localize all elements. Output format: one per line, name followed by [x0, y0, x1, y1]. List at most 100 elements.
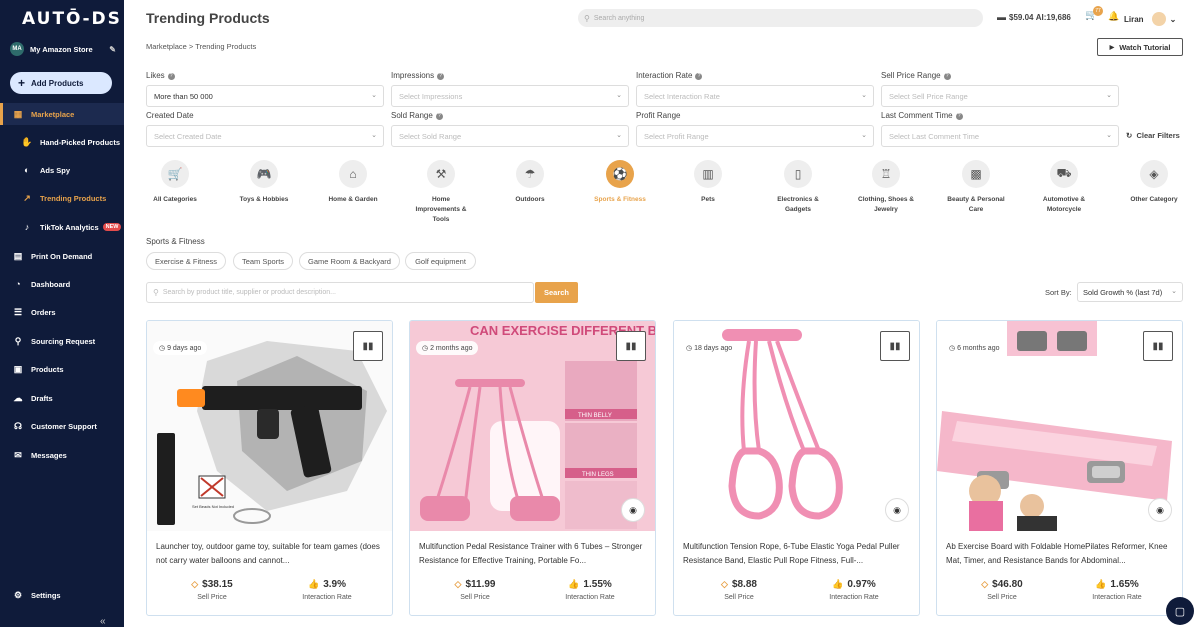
product-card[interactable]: ◷ 18 days ago ▮▮ ◉ Multifunction Tension… [673, 320, 920, 616]
category-other[interactable]: ◈ Other Category [1123, 160, 1185, 205]
interaction-rate-value: 1.65% [1110, 579, 1139, 590]
global-search-input[interactable]: ⚲ Search anything [578, 9, 983, 27]
interaction-rate-select[interactable]: Select Interaction Rate ⌄ [636, 85, 874, 107]
sidebar-item-sourcing[interactable]: ⚲ Sourcing Request [0, 330, 124, 352]
interaction-rate-placeholder: Select Interaction Rate [644, 91, 720, 101]
sidebar-item-drafts[interactable]: ☁ Drafts [0, 387, 124, 409]
help-icon[interactable]: ? [955, 113, 963, 120]
sidebar-item-hand-picked[interactable]: ✋ Hand-Picked Products [0, 131, 124, 153]
sell-price-range-placeholder: Select Sell Price Range [889, 91, 968, 101]
category-clothing[interactable]: ♖ Clothing, Shoes & Jewelry [855, 160, 917, 215]
last-comment-time-select[interactable]: Select Last Comment Time ⌄ [881, 125, 1119, 147]
help-icon[interactable]: ? [437, 73, 445, 80]
category-home-garden[interactable]: ⌂ Home & Garden [322, 160, 384, 205]
likes-select[interactable]: More than 50 000 ⌄ [146, 85, 384, 107]
sidebar-item-settings[interactable]: ⚙ Settings [0, 584, 124, 606]
category-all[interactable]: 🛒 All Categories [144, 160, 206, 205]
sidebar-item-ads-spy[interactable]: ◐ Ads Spy [0, 159, 124, 181]
sell-price-label: Sell Price [197, 594, 227, 601]
profit-range-select[interactable]: Select Profit Range ⌄ [636, 125, 874, 147]
tag-icon: ◇ [721, 579, 728, 589]
chip-golf-equipment[interactable]: Golf equipment [405, 252, 476, 270]
chip-team-sports[interactable]: Team Sports [233, 252, 293, 270]
product-search-placeholder: Search by product title, supplier or pro… [162, 289, 337, 296]
sold-range-select[interactable]: Select Sold Range ⌄ [391, 125, 629, 147]
chart-icon[interactable]: ▮▮ [616, 331, 646, 361]
sidebar-item-trending[interactable]: ↗ Trending Products [0, 187, 124, 209]
orders-icon: ☰ [13, 306, 23, 317]
help-icon[interactable]: ? [695, 73, 703, 80]
sidebar-item-orders[interactable]: ☰ Orders [0, 301, 124, 323]
sell-price-range-select[interactable]: Select Sell Price Range ⌄ [881, 85, 1119, 107]
product-card[interactable]: Set Beads Not Included ◷ 9 days ago ▮▮ L… [146, 320, 393, 616]
sell-price-range-label: Sell Price Range? [881, 71, 951, 80]
category-home-improvements[interactable]: ⚒ Home Improvements & Tools [410, 160, 472, 225]
last-comment-time-label: Last Comment Time? [881, 111, 963, 120]
eye-icon[interactable]: ◉ [885, 498, 909, 522]
created-date-select[interactable]: Select Created Date ⌄ [146, 125, 384, 147]
sidebar-item-dashboard[interactable]: ◔ Dashboard [0, 273, 124, 295]
product-title[interactable]: Ab Exercise Board with Foldable HomePila… [946, 540, 1174, 568]
category-electronics[interactable]: ▯ Electronics & Gadgets [767, 160, 829, 215]
product-search-input[interactable]: ⚲ Search by product title, supplier or p… [146, 282, 534, 303]
chevron-down-icon: ⌄ [616, 132, 622, 139]
chevron-down-icon: ⌄ [861, 132, 867, 139]
eye-icon[interactable]: ◉ [1148, 498, 1172, 522]
search-icon: ⚲ [584, 13, 590, 23]
bell-icon[interactable]: 🔔 [1108, 11, 1119, 22]
edit-pencil-icon[interactable]: ✎ [109, 45, 116, 54]
sidebar-item-messages[interactable]: ✉ Messages [0, 444, 124, 466]
sidebar-item-label: Settings [31, 590, 61, 600]
interaction-rate-label: Interaction Rate [1092, 594, 1142, 601]
category-beauty[interactable]: ▩ Beauty & Personal Care [945, 160, 1007, 215]
category-automotive[interactable]: ⛟ Automotive & Motorcycle [1033, 160, 1095, 215]
app-root: AUTŌ-DS MA My Amazon Store ✎ + Add Produ… [0, 0, 1200, 627]
ai-credits: AI:19,686 [1035, 12, 1071, 22]
sort-value: Sold Growth % (last 7d) [1083, 287, 1163, 297]
watch-tutorial-button[interactable]: ▶ Watch Tutorial [1097, 38, 1183, 56]
impressions-label: Impressions? [391, 71, 445, 80]
sidebar-item-products[interactable]: ▣ Products [0, 358, 124, 380]
sidebar-item-label: Hand-Picked Products [40, 137, 121, 147]
autods-logo[interactable]: AUTŌ-DS [22, 9, 122, 29]
product-title[interactable]: Multifunction Tension Rope, 6-Tube Elast… [683, 540, 911, 568]
help-icon[interactable]: ? [435, 113, 443, 120]
add-products-button[interactable]: + Add Products [10, 72, 112, 94]
chip-game-room[interactable]: Game Room & Backyard [299, 252, 400, 270]
chip-exercise-fitness[interactable]: Exercise & Fitness [146, 252, 226, 270]
sort-select[interactable]: Sold Growth % (last 7d) ⌄ [1077, 282, 1183, 302]
interaction-rate-value: 1.55% [583, 579, 612, 590]
store-selector[interactable]: MA My Amazon Store ✎ [10, 41, 116, 57]
sidebar-item-print-on-demand[interactable]: ▤ Print On Demand [0, 245, 124, 267]
interaction-rate-label: Interaction Rate [302, 594, 352, 601]
eye-icon[interactable]: ◉ [621, 498, 645, 522]
sidebar-item-marketplace[interactable]: ▦ Marketplace [0, 103, 124, 125]
collapse-sidebar-icon[interactable]: « [100, 616, 106, 627]
impressions-placeholder: Select Impressions [399, 91, 463, 101]
category-label: Automotive & Motorcycle [1042, 196, 1086, 213]
user-name: Liran [1124, 14, 1144, 24]
age-text: 9 days ago [167, 344, 202, 352]
help-icon[interactable]: ? [943, 73, 951, 80]
product-card[interactable]: ◷ 6 months ago ▮▮ ◉ Ab Exercise Board wi… [936, 320, 1183, 616]
chart-icon[interactable]: ▮▮ [353, 331, 383, 361]
category-toys[interactable]: 🎮 Toys & Hobbies [233, 160, 295, 205]
product-card[interactable]: CAN EXERCISE DIFFERENT BODY PARTS THIN B… [409, 320, 656, 616]
chat-bubble-icon[interactable]: ▢ [1166, 597, 1194, 625]
chart-icon[interactable]: ▮▮ [1143, 331, 1173, 361]
product-title[interactable]: Multifunction Pedal Resistance Trainer w… [419, 540, 647, 568]
sidebar-item-support[interactable]: ☊ Customer Support [0, 415, 124, 437]
user-menu[interactable]: Liran ⌄ [1124, 12, 1176, 26]
sidebar-item-tiktok[interactable]: ♪ TikTok Analytics NEW [0, 216, 124, 238]
help-icon[interactable]: ? [167, 73, 175, 80]
clear-filters-button[interactable]: ↻ Clear Filters [1126, 131, 1180, 140]
profit-range-label: Profit Range [636, 111, 681, 120]
impressions-select[interactable]: Select Impressions ⌄ [391, 85, 629, 107]
product-title[interactable]: Launcher toy, outdoor game toy, suitable… [156, 540, 384, 568]
category-outdoors[interactable]: ☂ Outdoors [499, 160, 561, 205]
search-button[interactable]: Search [535, 282, 578, 303]
chart-icon[interactable]: ▮▮ [880, 331, 910, 361]
balance-display[interactable]: ▬ $59.04 AI:19,686 [997, 12, 1071, 22]
category-pets[interactable]: ▥ Pets [677, 160, 739, 205]
category-sports-fitness[interactable]: ⚽ Sports & Fitness [589, 160, 651, 205]
